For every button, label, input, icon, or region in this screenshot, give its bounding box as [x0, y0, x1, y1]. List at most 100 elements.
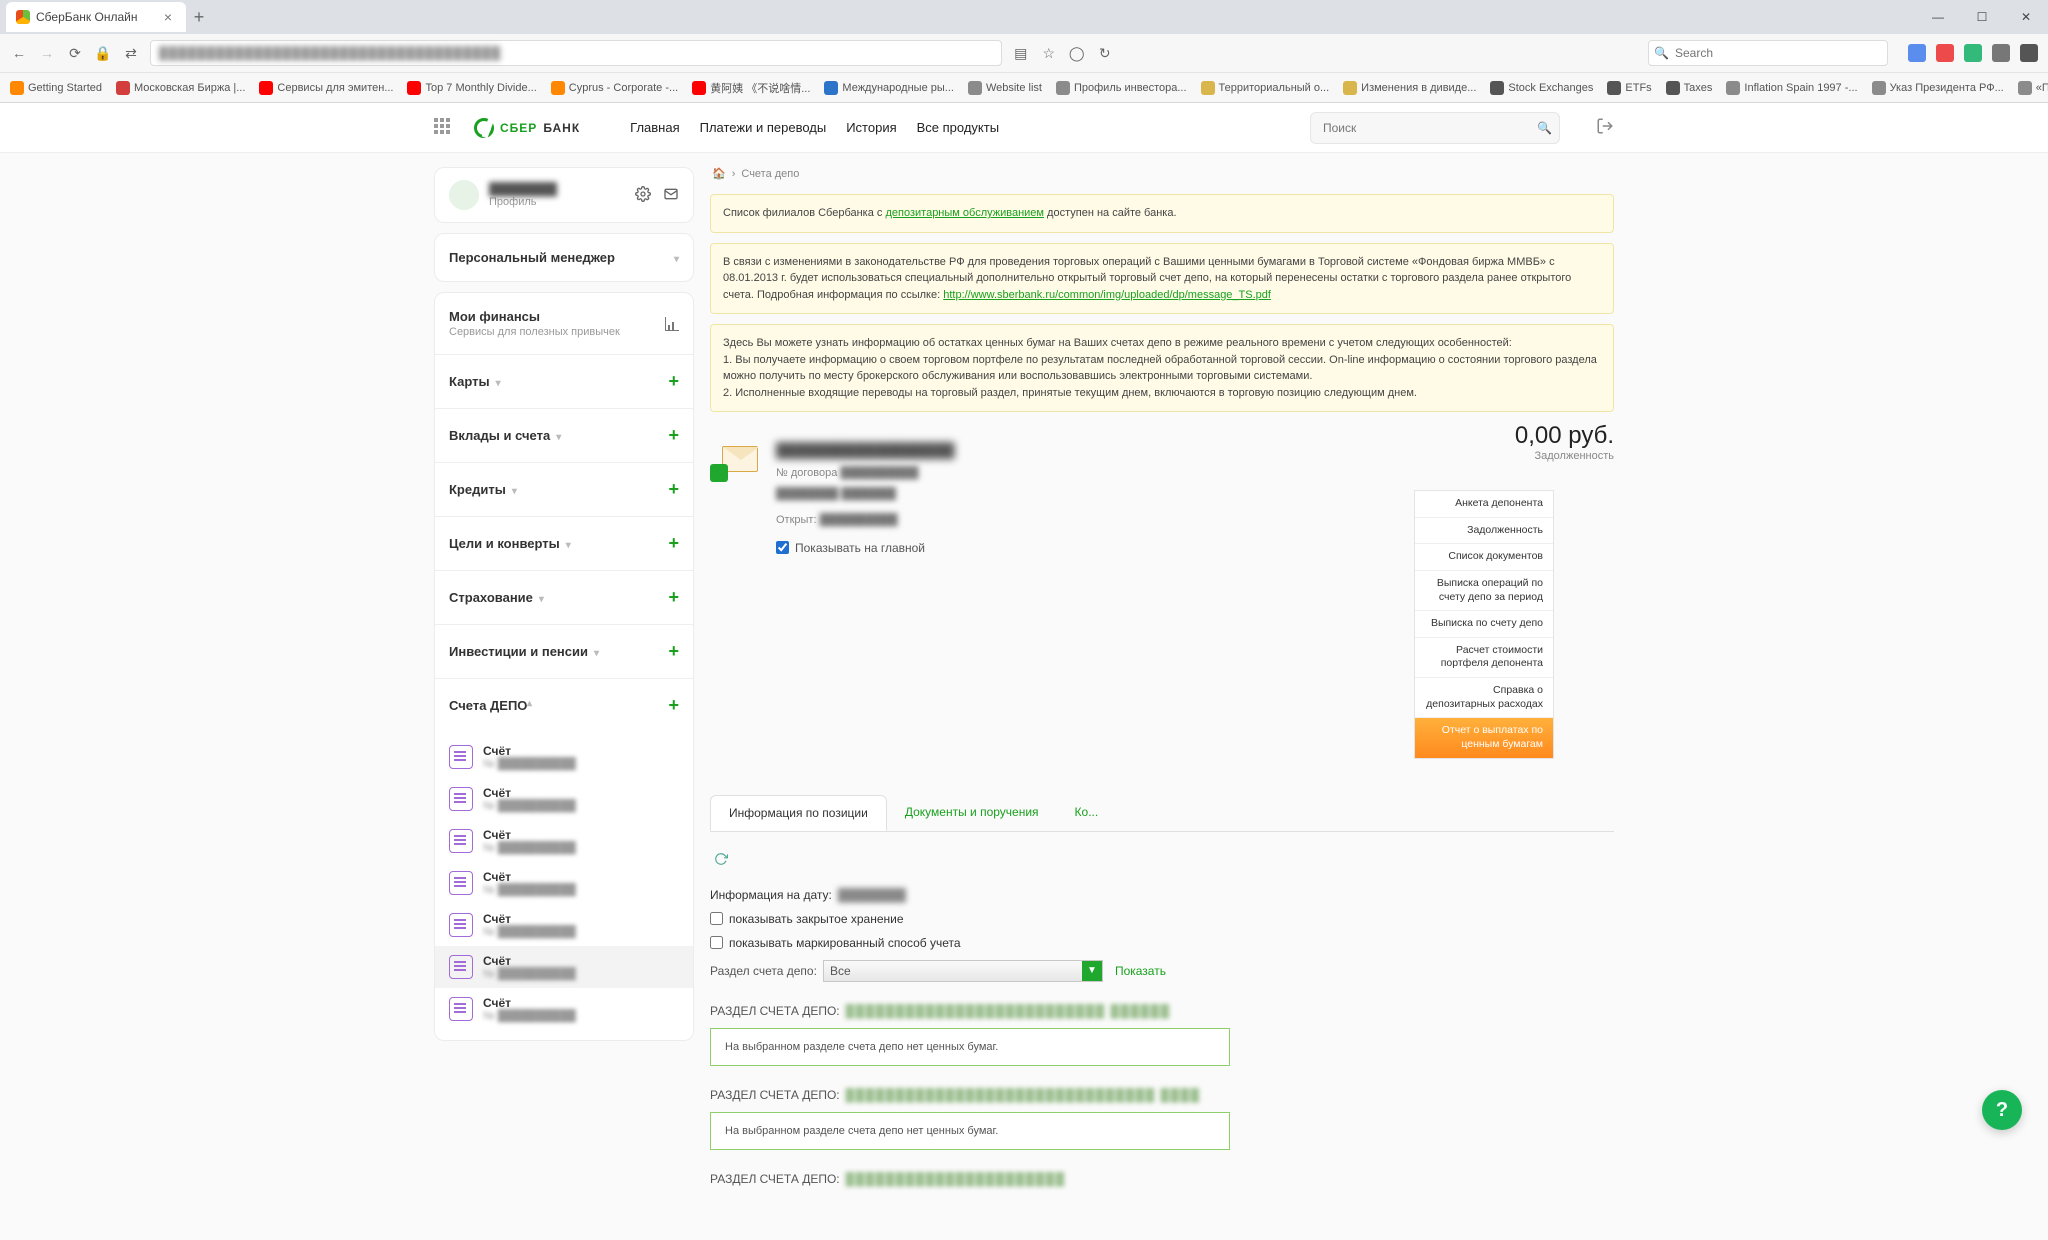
- add-icon[interactable]: +: [668, 479, 679, 500]
- tab-info[interactable]: Информация по позиции: [710, 795, 887, 831]
- window-maximize-button[interactable]: ☐: [1960, 0, 2004, 34]
- search-icon[interactable]: 🔍: [1537, 121, 1552, 135]
- bookmark-item[interactable]: ETFs: [1607, 81, 1651, 95]
- help-fab-button[interactable]: ?: [1982, 1090, 2022, 1130]
- extension-icon[interactable]: [1964, 44, 1982, 62]
- grid-menu-icon[interactable]: [434, 118, 454, 138]
- sidebar-cards[interactable]: Карты +: [435, 355, 693, 408]
- add-icon[interactable]: +: [668, 371, 679, 392]
- add-icon[interactable]: +: [668, 425, 679, 446]
- chk-marked-storage-input[interactable]: [710, 936, 723, 949]
- extension-icon[interactable]: [1908, 44, 1926, 62]
- sidebar-goals[interactable]: Цели и конверты +: [435, 517, 693, 570]
- bookmark-item[interactable]: «Письмо» ФНС Росс...: [2018, 81, 2048, 95]
- bookmark-item[interactable]: Международные ры...: [824, 81, 954, 95]
- sidebar-depo[interactable]: Счета ДЕПО +: [435, 679, 693, 732]
- window-minimize-button[interactable]: —: [1916, 0, 1960, 34]
- breadcrumb-home-icon[interactable]: 🏠: [712, 167, 726, 180]
- nav-history[interactable]: История: [846, 120, 896, 135]
- refresh-icon[interactable]: [714, 852, 728, 866]
- window-close-button[interactable]: ✕: [2004, 0, 2048, 34]
- bookmark-item[interactable]: Taxes: [1666, 81, 1713, 95]
- sidebar-finances[interactable]: Мои финансы Сервисы для полезных привыче…: [435, 293, 693, 354]
- bookmark-item[interactable]: Указ Президента РФ...: [1872, 81, 2004, 95]
- tab-close-icon[interactable]: ×: [160, 9, 176, 25]
- depo-section-select[interactable]: Все ▼: [823, 960, 1103, 982]
- notice-link[interactable]: http://www.sberbank.ru/common/img/upload…: [943, 289, 1271, 301]
- container-icon[interactable]: ◯: [1068, 44, 1086, 62]
- browser-search-input[interactable]: [1648, 40, 1888, 66]
- chk-closed-storage-input[interactable]: [710, 912, 723, 925]
- bookmark-item[interactable]: Сервисы для эмитен...: [259, 81, 393, 95]
- sidebar-invest[interactable]: Инвестиции и пенсии +: [435, 625, 693, 678]
- sidebar-credits[interactable]: Кредиты +: [435, 463, 693, 516]
- show-button[interactable]: Показать: [1115, 964, 1166, 978]
- gear-icon[interactable]: [635, 186, 651, 205]
- nav-payments[interactable]: Платежи и переводы: [700, 120, 827, 135]
- action-item[interactable]: Расчет стоимости портфеля депонента: [1415, 638, 1553, 678]
- action-item[interactable]: Анкета депонента: [1415, 491, 1553, 518]
- extension-icon[interactable]: [1992, 44, 2010, 62]
- tab-docs[interactable]: Документы и поручения: [887, 795, 1057, 831]
- extension-icon[interactable]: [1936, 44, 1954, 62]
- chk-marked-storage[interactable]: показывать маркированный способ учета: [710, 936, 1614, 950]
- bookmark-item[interactable]: 黄阿姨 《不说啥情...: [692, 80, 810, 96]
- bookmark-item[interactable]: Inflation Spain 1997 -...: [1726, 81, 1857, 95]
- menu-icon[interactable]: [2020, 44, 2038, 62]
- bookmark-item[interactable]: Getting Started: [10, 81, 102, 95]
- back-icon[interactable]: ←: [10, 44, 28, 62]
- lock-icon[interactable]: 🔒: [94, 44, 112, 62]
- notice-link[interactable]: депозитарным обслуживанием: [885, 207, 1044, 219]
- action-item[interactable]: Задолженность: [1415, 518, 1553, 545]
- add-icon[interactable]: +: [668, 695, 679, 716]
- refresh-icon[interactable]: ⟳: [66, 44, 84, 62]
- bookmark-star-icon[interactable]: ☆: [1040, 44, 1058, 62]
- add-icon[interactable]: +: [668, 641, 679, 662]
- url-bar[interactable]: ████████████████████████████████████: [150, 40, 1002, 66]
- bookmark-item[interactable]: Территориальный о...: [1201, 81, 1330, 95]
- depo-account-row[interactable]: Счёт№ ██████████: [435, 862, 693, 904]
- reload-icon[interactable]: ↻: [1096, 44, 1114, 62]
- mail-icon[interactable]: [663, 186, 679, 205]
- bookmark-item[interactable]: Stock Exchanges: [1490, 81, 1593, 95]
- show-on-main-checkbox[interactable]: [776, 541, 789, 554]
- bookmark-item[interactable]: Изменения в дивиде...: [1343, 81, 1476, 95]
- nav-products[interactable]: Все продукты: [917, 120, 999, 135]
- toggles-icon[interactable]: ⇄: [122, 44, 140, 62]
- bookmark-item[interactable]: Top 7 Monthly Divide...: [407, 81, 536, 95]
- add-icon[interactable]: +: [668, 533, 679, 554]
- action-item[interactable]: Выписка по счету депо: [1415, 611, 1553, 638]
- bookmark-item[interactable]: Московская Биржа |...: [116, 81, 245, 95]
- tab-more[interactable]: Ко...: [1057, 795, 1117, 831]
- logout-icon[interactable]: [1596, 117, 1614, 138]
- bookmark-item[interactable]: Профиль инвестора...: [1056, 81, 1187, 95]
- depo-account-row[interactable]: Счёт№ ██████████: [435, 904, 693, 946]
- depo-account-row[interactable]: Счёт№ ██████████: [435, 988, 693, 1030]
- action-item[interactable]: Отчет о выплатах по ценным бумагам: [1415, 718, 1553, 757]
- sidebar-personal-manager[interactable]: Персональный менеджер: [434, 233, 694, 282]
- chk-closed-storage[interactable]: показывать закрытое хранение: [710, 912, 1614, 926]
- sidebar-deposits[interactable]: Вклады и счета +: [435, 409, 693, 462]
- action-item[interactable]: Список документов: [1415, 544, 1553, 571]
- browser-search[interactable]: 🔍: [1648, 40, 1888, 66]
- depo-account-row[interactable]: Счёт№ ██████████: [435, 736, 693, 778]
- bookmark-item[interactable]: Website list: [968, 81, 1042, 95]
- app-search-input[interactable]: [1310, 112, 1560, 144]
- chart-icon[interactable]: [665, 317, 679, 331]
- depo-account-row[interactable]: Счёт№ ██████████: [435, 778, 693, 820]
- depo-account-row[interactable]: Счёт№ ██████████: [435, 946, 693, 988]
- add-icon[interactable]: +: [668, 587, 679, 608]
- action-item[interactable]: Выписка операций по счету депо за период: [1415, 571, 1553, 611]
- new-tab-button[interactable]: +: [186, 4, 212, 30]
- reader-icon[interactable]: ▤: [1012, 44, 1030, 62]
- nav-home[interactable]: Главная: [630, 120, 679, 135]
- profile-card[interactable]: ████████ Профиль: [434, 167, 694, 223]
- sidebar-insurance[interactable]: Страхование +: [435, 571, 693, 624]
- forward-icon[interactable]: →: [38, 44, 56, 62]
- action-item[interactable]: Справка о депозитарных расходах: [1415, 678, 1553, 718]
- app-search[interactable]: 🔍: [1310, 112, 1560, 144]
- depo-account-row[interactable]: Счёт№ ██████████: [435, 820, 693, 862]
- browser-tab[interactable]: СберБанк Онлайн ×: [6, 2, 186, 32]
- brand-logo[interactable]: СБЕРБАНК: [474, 118, 580, 138]
- bookmark-item[interactable]: Cyprus - Corporate -...: [551, 81, 678, 95]
